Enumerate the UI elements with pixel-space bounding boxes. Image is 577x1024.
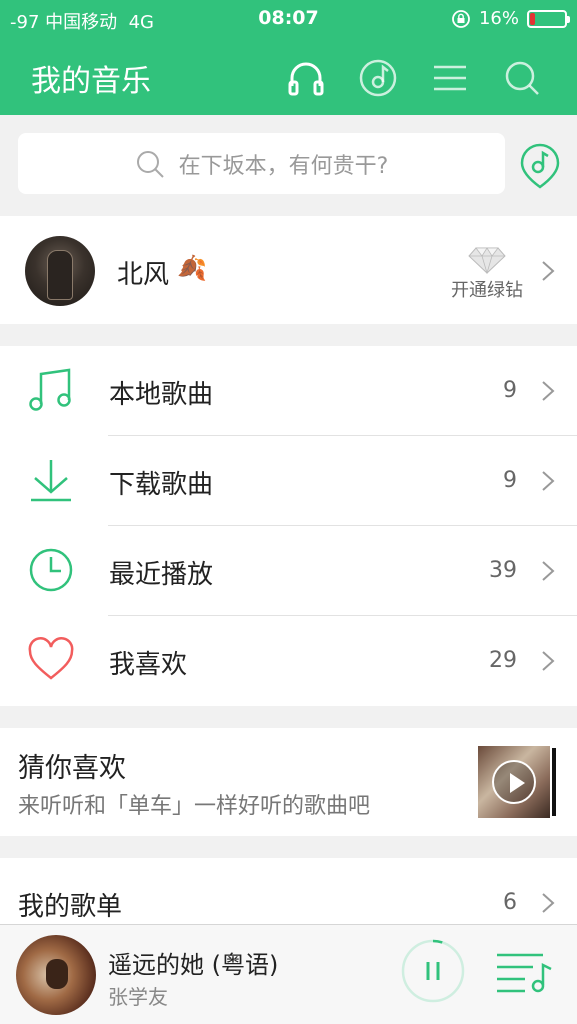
music-recognition-icon[interactable] <box>519 143 561 189</box>
profile-row[interactable]: 北风 🍂 开通绿钻 <box>0 216 577 324</box>
guess-title: 猜你喜欢 <box>18 753 126 784</box>
menu-item-label: 本地歌曲 <box>109 380 214 410</box>
vip-label: 开通绿钻 <box>451 280 523 301</box>
chevron-right-icon <box>542 471 555 491</box>
guess-subtitle: 来听听和「单车」一样好听的歌曲吧 <box>18 794 371 819</box>
pause-button[interactable] <box>401 939 465 1003</box>
download-icon <box>31 460 71 502</box>
avatar[interactable] <box>25 236 95 306</box>
search-icon[interactable] <box>502 58 542 98</box>
menu-item-label: 我喜欢 <box>109 650 188 680</box>
guess-you-like[interactable]: 猜你喜欢 来听听和「单车」一样好听的歌曲吧 <box>0 728 577 836</box>
search-input[interactable]: 在下坂本，有何贵干? <box>18 133 505 194</box>
chevron-right-icon <box>542 893 555 913</box>
playlists-title: 我的歌单 <box>18 892 123 922</box>
menu-icon[interactable] <box>430 58 470 98</box>
status-bar: -97 中国移动 4G 08:07 16% <box>0 0 577 38</box>
chevron-right-icon <box>542 651 555 671</box>
menu-item-local-songs[interactable]: 本地歌曲 9 <box>0 346 577 436</box>
chevron-right-icon <box>542 561 555 581</box>
rotation-lock-icon <box>452 9 470 28</box>
my-playlists-row[interactable]: 我的歌单 6 <box>0 858 577 928</box>
song-artist: 张学友 <box>108 985 168 1009</box>
battery-fill <box>530 12 536 25</box>
diamond-icon <box>468 247 506 274</box>
profile-name: 北风 <box>117 260 170 290</box>
menu-item-label: 最近播放 <box>109 560 214 590</box>
search-placeholder: 在下坂本，有何贵干? <box>178 153 389 179</box>
playlist-queue-icon[interactable] <box>495 949 553 995</box>
mini-player[interactable]: 遥远的她 (粤语) 张学友 <box>0 924 577 1024</box>
music-note-icon <box>29 368 71 411</box>
clock-icon <box>29 548 73 592</box>
guess-thumbnail[interactable] <box>478 746 550 818</box>
vip-button[interactable]: 开通绿钻 <box>445 246 529 302</box>
thumbnail-stack-edge <box>552 748 556 816</box>
chevron-right-icon <box>542 261 555 281</box>
page-title: 我的音乐 <box>31 64 151 99</box>
playlists-count: 6 <box>503 890 517 915</box>
search-small-icon <box>136 150 164 178</box>
battery-percent: 16% <box>478 8 519 29</box>
menu-item-downloads[interactable]: 下载歌曲 9 <box>0 436 577 526</box>
music-menu: 本地歌曲 9 下载歌曲 9 最近播放 39 我喜欢 29 <box>0 346 577 706</box>
top-bar: -97 中国移动 4G 08:07 16% 我的音乐 <box>0 0 577 115</box>
menu-item-count: 9 <box>503 468 517 493</box>
menu-item-count: 29 <box>489 648 517 673</box>
menu-item-label: 下载歌曲 <box>109 470 214 500</box>
radar-icon[interactable] <box>358 58 398 98</box>
menu-item-count: 9 <box>503 378 517 403</box>
status-right: 16% <box>451 8 570 29</box>
progress-arc <box>432 939 443 944</box>
menu-item-favorites[interactable]: 我喜欢 29 <box>0 616 577 706</box>
menu-item-count: 39 <box>489 558 517 583</box>
chevron-right-icon <box>542 381 555 401</box>
leaf-emoji: 🍂 <box>177 254 207 282</box>
menu-item-recent[interactable]: 最近播放 39 <box>0 526 577 616</box>
battery-icon <box>527 9 570 28</box>
album-cover[interactable] <box>16 935 96 1015</box>
song-title: 遥远的她 (粤语) <box>108 951 279 979</box>
search-area: 在下坂本，有何贵干? <box>0 115 577 215</box>
play-icon <box>492 760 536 804</box>
heart-icon <box>28 637 74 680</box>
headphones-icon[interactable] <box>286 58 326 98</box>
